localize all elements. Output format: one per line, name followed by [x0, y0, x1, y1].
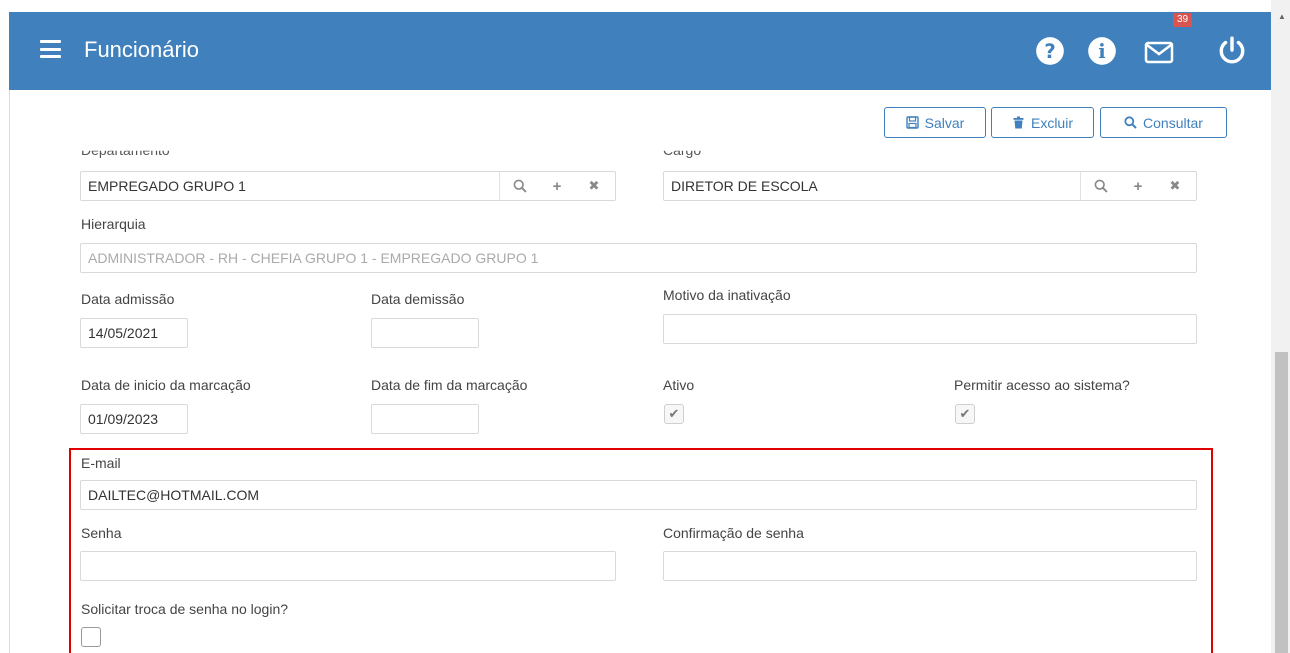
- permitir-acesso-label: Permitir acesso ao sistema?: [954, 377, 1130, 393]
- help-icon[interactable]: ?: [1035, 36, 1065, 66]
- hierarquia-field: ADMINISTRADOR - RH - CHEFIA GRUPO 1 - EM…: [80, 243, 1197, 273]
- email-label: E-mail: [81, 455, 121, 471]
- mail-icon[interactable]: [1144, 36, 1174, 66]
- senha-label: Senha: [81, 525, 122, 541]
- data-fim-marcacao-field[interactable]: [371, 404, 479, 434]
- senha-field[interactable]: [80, 551, 616, 581]
- data-admissao-field[interactable]: 14/05/2021: [80, 318, 188, 348]
- svg-text:i: i: [1098, 40, 1105, 63]
- hierarquia-label: Hierarquia: [81, 216, 146, 232]
- data-admissao-value: 14/05/2021: [88, 325, 159, 341]
- close-icon[interactable]: ✖: [1156, 172, 1194, 200]
- power-icon[interactable]: [1217, 35, 1247, 65]
- solicitar-troca-label: Solicitar troca de senha no login?: [81, 601, 289, 617]
- hierarquia-value: ADMINISTRADOR - RH - CHEFIA GRUPO 1 - EM…: [88, 250, 539, 266]
- cargo-field[interactable]: DIRETOR DE ESCOLA + ✖: [663, 171, 1197, 201]
- data-inicio-marcacao-field[interactable]: 01/09/2023: [80, 404, 188, 434]
- solicitar-troca-checkbox[interactable]: [81, 627, 101, 647]
- ativo-checkbox[interactable]: ✔: [664, 404, 684, 424]
- trash-icon: [1013, 116, 1024, 129]
- search-button[interactable]: Consultar: [1100, 107, 1227, 138]
- menu-icon[interactable]: [40, 40, 61, 58]
- cargo-value: DIRETOR DE ESCOLA: [671, 178, 818, 194]
- save-button[interactable]: Salvar: [884, 107, 986, 138]
- email-field[interactable]: DAILTEC@HOTMAIL.COM: [80, 480, 1197, 510]
- permitir-acesso-checkbox[interactable]: ✔: [955, 404, 975, 424]
- ativo-label: Ativo: [663, 377, 695, 393]
- page-title: Funcionário: [84, 37, 199, 62]
- departamento-field[interactable]: EMPREGADO GRUPO 1 + ✖: [80, 171, 616, 201]
- email-value: DAILTEC@HOTMAIL.COM: [88, 487, 260, 503]
- divider: [1080, 172, 1081, 200]
- data-admissao-label: Data admissão: [81, 291, 175, 307]
- plus-icon[interactable]: +: [538, 172, 576, 200]
- motivo-inativacao-field[interactable]: [663, 314, 1197, 344]
- search-icon[interactable]: [501, 172, 539, 200]
- divider: [499, 172, 500, 200]
- save-label: Salvar: [924, 114, 965, 131]
- motivo-inativacao-label: Motivo da inativação: [663, 287, 791, 303]
- departamento-value: EMPREGADO GRUPO 1: [88, 178, 246, 194]
- content-border: [9, 90, 10, 653]
- floppy-icon: [905, 116, 919, 129]
- data-inicio-marcacao-label: Data de inicio da marcação: [81, 377, 251, 393]
- data-demissao-field[interactable]: [371, 318, 479, 348]
- search-icon: [1124, 116, 1137, 129]
- notification-badge: 39: [1173, 13, 1193, 27]
- delete-label: Excluir: [1030, 114, 1073, 131]
- info-icon[interactable]: i: [1087, 36, 1117, 66]
- cargo-label: Cargo: [663, 142, 702, 158]
- data-fim-marcacao-label: Data de fim da marcação: [371, 377, 528, 393]
- search-label: Consultar: [1143, 114, 1203, 131]
- confirmacao-senha-label: Confirmação de senha: [663, 525, 804, 541]
- plus-icon[interactable]: +: [1119, 172, 1157, 200]
- delete-button[interactable]: Excluir: [991, 107, 1094, 138]
- data-inicio-marcacao-value: 01/09/2023: [88, 411, 159, 427]
- search-icon[interactable]: [1082, 172, 1120, 200]
- app-header: Funcionário: [9, 12, 1271, 90]
- scrollbar-thumb[interactable]: [1275, 352, 1288, 653]
- data-demissao-label: Data demissão: [371, 291, 465, 307]
- close-icon[interactable]: ✖: [575, 172, 613, 200]
- svg-text:?: ?: [1044, 40, 1055, 63]
- scroll-up-icon[interactable]: ▲: [1278, 12, 1286, 21]
- confirmacao-senha-field[interactable]: [663, 551, 1197, 581]
- departamento-label: Departamento: [81, 142, 170, 158]
